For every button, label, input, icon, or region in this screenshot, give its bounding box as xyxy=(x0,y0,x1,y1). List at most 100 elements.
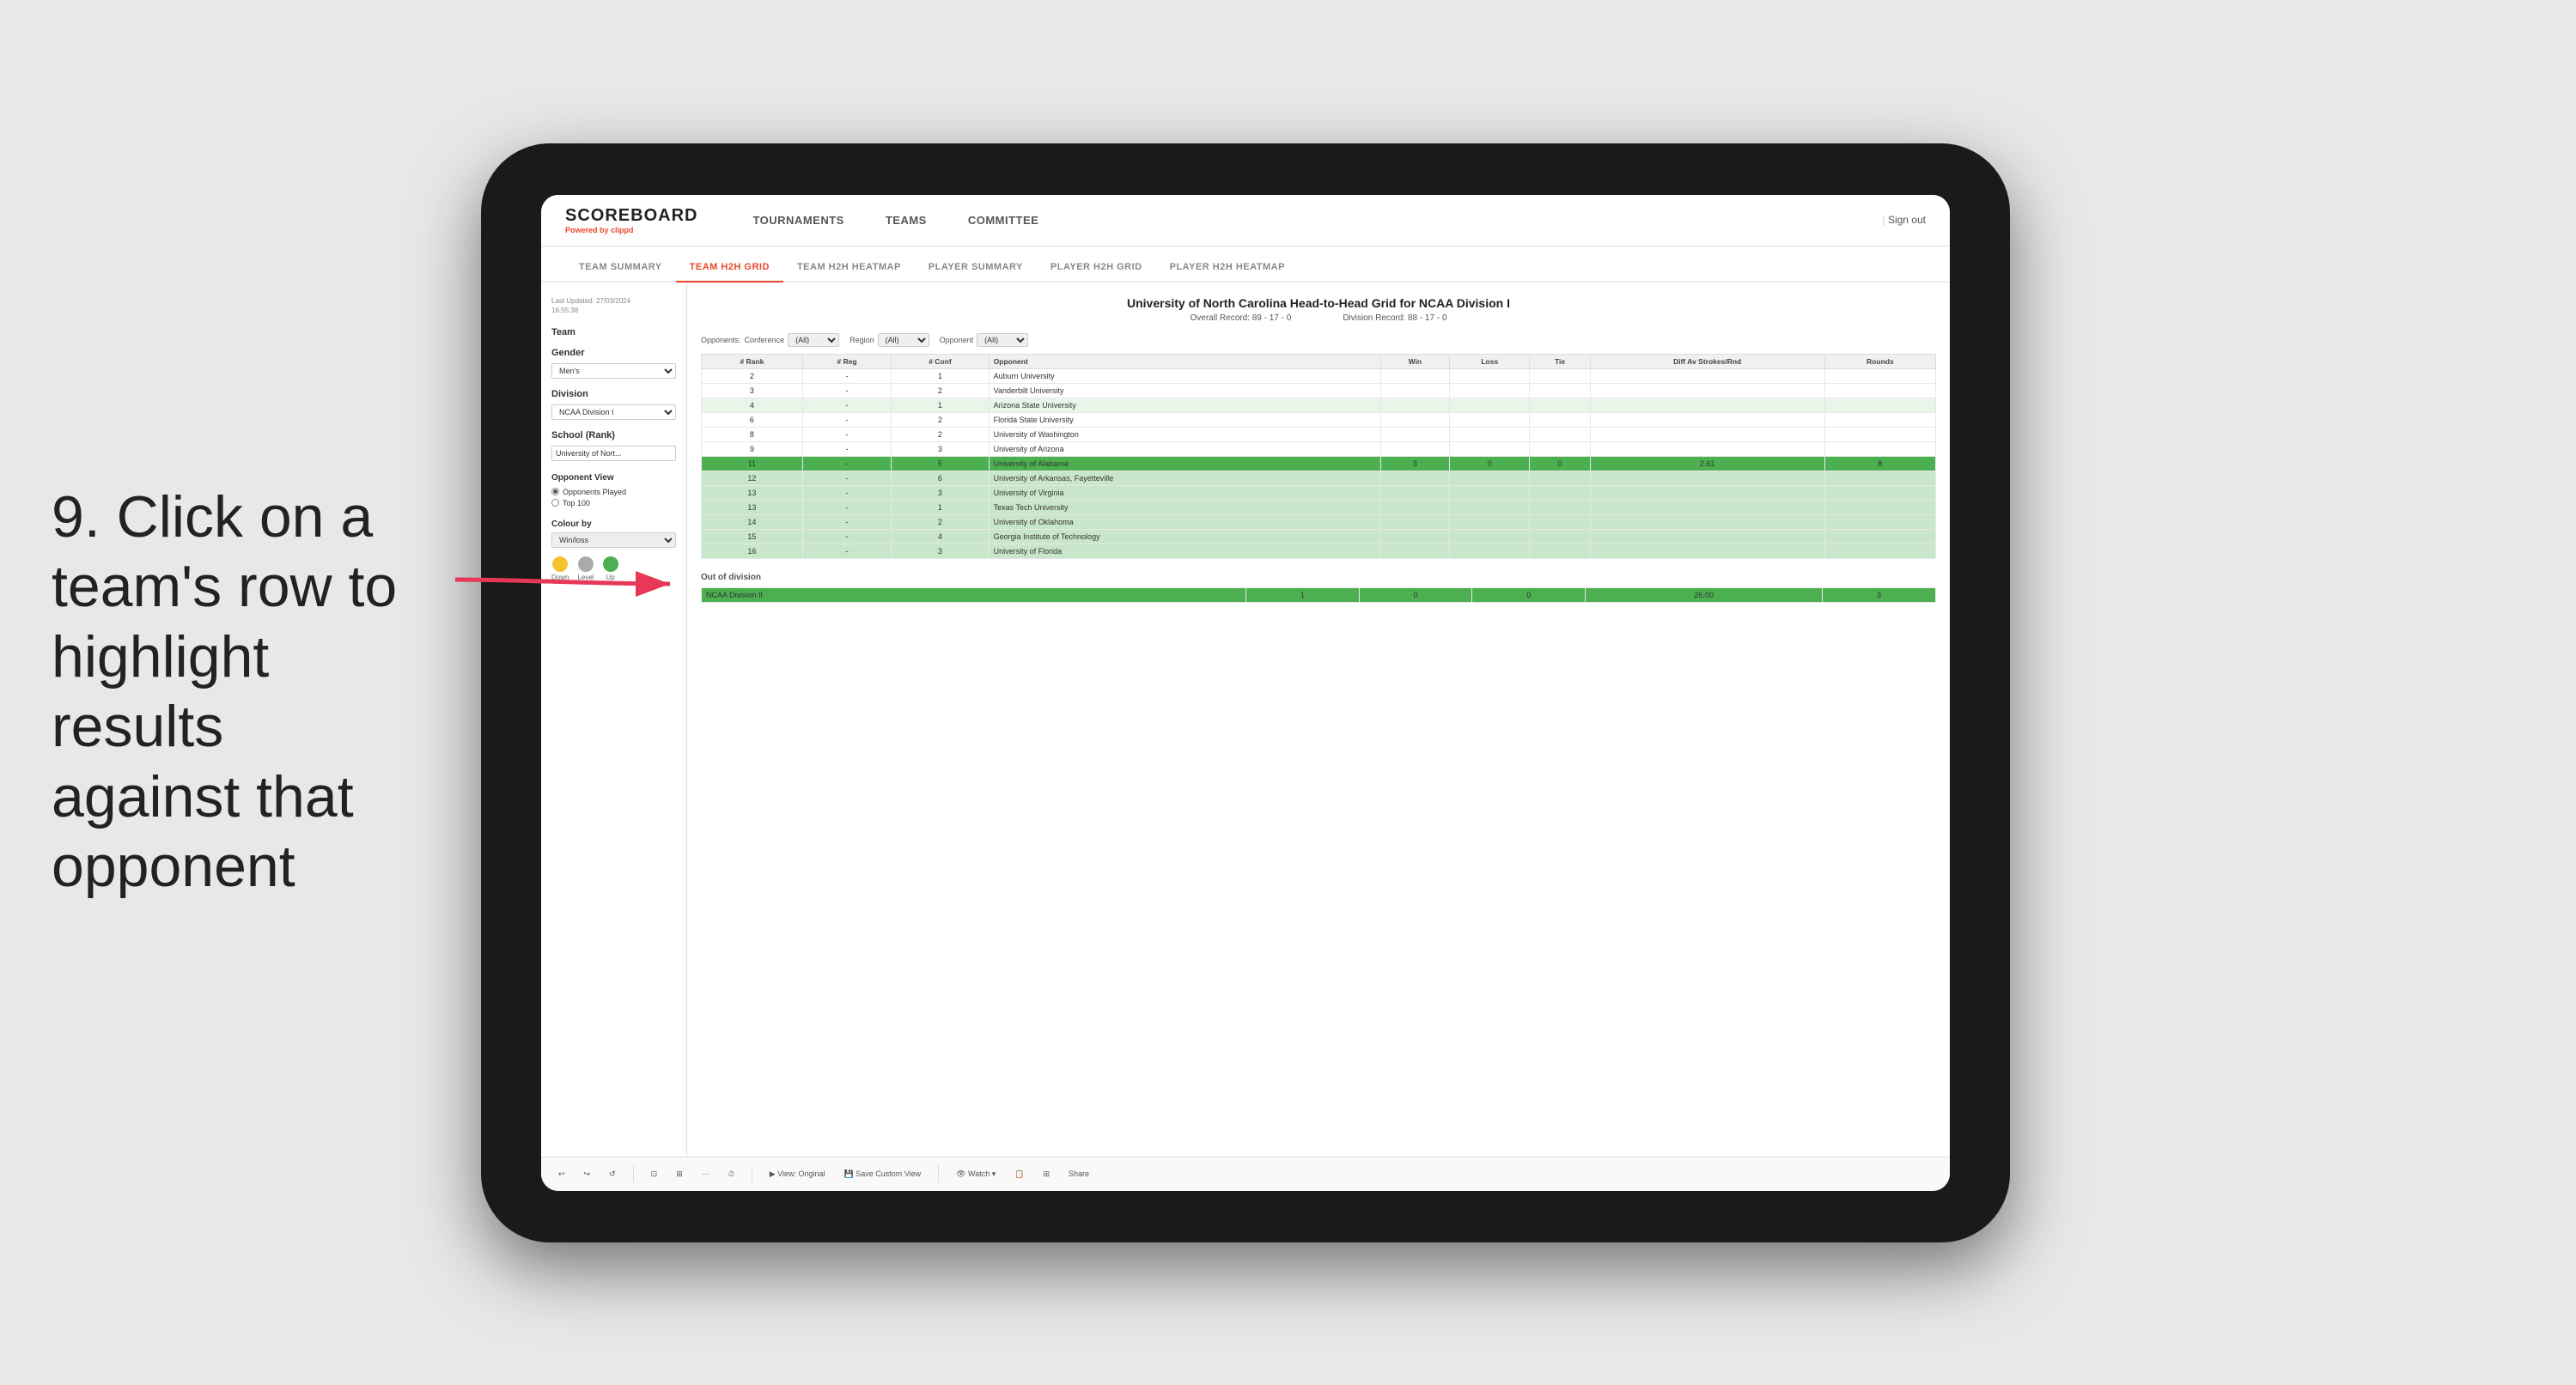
nav-teams[interactable]: TEAMS xyxy=(865,195,947,246)
opponents-played-radio[interactable] xyxy=(551,488,559,495)
logo-brand: clippd xyxy=(611,226,634,234)
col-loss: Loss xyxy=(1450,354,1530,368)
tab-player-h2h-heatmap[interactable]: PLAYER H2H HEATMAP xyxy=(1156,262,1299,282)
bottom-toolbar: ↩ ↪ ↺ ⊡ ⊞ ··· ⏱ ▶ View: Original 💾 Save … xyxy=(541,1157,1950,1191)
reset-btn[interactable]: ↺ xyxy=(604,1167,621,1182)
table-row[interactable]: 15-4Georgia Institute of Technology xyxy=(702,529,1936,544)
out-of-division-table: NCAA Division II10026.003 xyxy=(701,587,1936,603)
grid-btn[interactable]: ⊞ xyxy=(671,1167,688,1182)
col-conf: # Conf xyxy=(892,354,989,368)
main-content: Last Updated: 27/03/2024 16:55:38 Team G… xyxy=(541,282,1950,1157)
school-label: School (Rank) xyxy=(551,430,676,440)
team-label: Team xyxy=(551,327,676,337)
col-reg: # Reg xyxy=(802,354,891,368)
col-rank: # Rank xyxy=(702,354,803,368)
colour-by-select[interactable]: Win/loss xyxy=(551,532,676,548)
table-row[interactable]: 3-2Vanderbilt University xyxy=(702,383,1936,398)
out-of-division-section: Out of division NCAA Division II10026.00… xyxy=(701,573,1936,603)
sidebar: Last Updated: 27/03/2024 16:55:38 Team G… xyxy=(541,282,687,1157)
watch-btn[interactable]: 👁 Watch ▾ xyxy=(951,1167,1001,1182)
tab-team-h2h-grid[interactable]: TEAM H2H GRID xyxy=(676,262,783,282)
logo-text: SCOREBOARD xyxy=(565,206,697,226)
legend-down-circle xyxy=(552,556,568,572)
table-row[interactable]: 14-2University of Oklahoma xyxy=(702,514,1936,529)
sign-out-button[interactable]: Sign out xyxy=(1883,214,1927,226)
legend-down: Down xyxy=(551,556,569,581)
top-100-radio[interactable] xyxy=(551,499,559,507)
logo-sub: Powered by clippd xyxy=(565,226,697,234)
nav-items: TOURNAMENTS TEAMS COMMITTEE xyxy=(732,195,1882,246)
opponents-played-option[interactable]: Opponents Played xyxy=(551,488,676,496)
grid-title: University of North Carolina Head-to-Hea… xyxy=(701,296,1936,310)
logo-area: SCOREBOARD Powered by clippd xyxy=(565,206,697,234)
division-select[interactable]: NCAA Division I xyxy=(551,404,676,420)
table-row[interactable]: 2-1Auburn University xyxy=(702,368,1936,383)
overall-record: Overall Record: 89 - 17 - 0 xyxy=(1190,313,1291,323)
zoom-btn[interactable]: ⊡ xyxy=(646,1167,663,1182)
filters-row: Opponents: Conference (All) Region (All) xyxy=(701,333,1936,347)
opponent-filter: Opponent (All) xyxy=(940,333,1029,347)
tab-player-h2h-grid[interactable]: PLAYER H2H GRID xyxy=(1037,262,1156,282)
redo-btn[interactable]: ↪ xyxy=(579,1167,596,1182)
share-btn[interactable]: Share xyxy=(1063,1167,1094,1181)
conference-select[interactable]: (All) xyxy=(788,333,839,347)
toolbar-sep-3 xyxy=(938,1165,939,1182)
col-opponent: Opponent xyxy=(989,354,1380,368)
colour-section: Colour by Win/loss xyxy=(551,519,676,548)
clipboard-btn[interactable]: 📋 xyxy=(1009,1167,1029,1182)
region-select[interactable]: (All) xyxy=(878,333,929,347)
col-tie: Tie xyxy=(1530,354,1590,368)
last-updated: Last Updated: 27/03/2024 16:55:38 xyxy=(551,296,676,315)
grid-area: University of North Carolina Head-to-Hea… xyxy=(687,282,1950,1157)
top-nav: SCOREBOARD Powered by clippd TOURNAMENTS… xyxy=(541,195,1950,246)
out-division-row[interactable]: NCAA Division II10026.003 xyxy=(702,587,1936,602)
table-row[interactable]: 13-1Texas Tech University xyxy=(702,500,1936,514)
legend-up-circle xyxy=(603,556,618,572)
gender-select[interactable]: Men's xyxy=(551,363,676,379)
col-diff: Diff Av Strokes/Rnd xyxy=(1590,354,1824,368)
legend: Down Level Up xyxy=(551,556,676,581)
opponent-select[interactable]: (All) xyxy=(977,333,1028,347)
layout-btn[interactable]: ⊞ xyxy=(1038,1167,1055,1182)
division-label: Division xyxy=(551,389,676,399)
colour-by-label: Colour by xyxy=(551,519,676,529)
table-row[interactable]: 13-3University of Virginia xyxy=(702,485,1936,500)
tab-team-summary[interactable]: TEAM SUMMARY xyxy=(565,262,676,282)
timer-btn[interactable]: ⏱ xyxy=(723,1167,740,1182)
legend-level-circle xyxy=(578,556,594,572)
nav-tournaments[interactable]: TOURNAMENTS xyxy=(732,195,864,246)
table-row[interactable]: 11-5University of Alabama3002.618 xyxy=(702,456,1936,471)
table-row[interactable]: 4-1Arizona State University xyxy=(702,398,1936,412)
h2h-table: # Rank # Reg # Conf Opponent Win Loss Ti… xyxy=(701,354,1936,559)
nav-committee[interactable]: COMMITTEE xyxy=(947,195,1060,246)
col-rounds: Rounds xyxy=(1824,354,1935,368)
table-row[interactable]: 6-2Florida State University xyxy=(702,412,1936,427)
table-header-row: # Rank # Reg # Conf Opponent Win Loss Ti… xyxy=(702,354,1936,368)
legend-up: Up xyxy=(603,556,618,581)
scene: 9. Click on a team's row to highlight re… xyxy=(0,0,2576,1385)
dots-btn[interactable]: ··· xyxy=(697,1167,715,1181)
conference-filter: Opponents: Conference (All) xyxy=(701,333,839,347)
tab-player-summary[interactable]: PLAYER SUMMARY xyxy=(915,262,1037,282)
table-row[interactable]: 9-3University of Arizona xyxy=(702,441,1936,456)
save-custom-btn[interactable]: 💾 Save Custom View xyxy=(839,1167,927,1182)
sub-nav: TEAM SUMMARY TEAM H2H GRID TEAM H2H HEAT… xyxy=(541,246,1950,282)
top-100-option[interactable]: Top 100 xyxy=(551,499,676,507)
opponent-view-label: Opponent View xyxy=(551,473,676,483)
table-row[interactable]: 12-6University of Arkansas, Fayetteville xyxy=(702,471,1936,485)
table-row[interactable]: 16-3University of Florida xyxy=(702,544,1936,558)
gender-label: Gender xyxy=(551,348,676,358)
division-record: Division Record: 88 - 17 - 0 xyxy=(1343,313,1446,323)
region-filter: Region (All) xyxy=(850,333,929,347)
toolbar-sep-1 xyxy=(633,1165,634,1182)
records-row: Overall Record: 89 - 17 - 0 Division Rec… xyxy=(701,313,1936,323)
annotation-text: 9. Click on a team's row to highlight re… xyxy=(52,483,412,903)
school-value[interactable]: University of Nort... xyxy=(551,446,676,461)
view-original-btn[interactable]: ▶ View: Original xyxy=(764,1167,831,1182)
out-of-division-title: Out of division xyxy=(701,573,1936,582)
table-row[interactable]: 8-2University of Washington xyxy=(702,427,1936,441)
opponent-view-section: Opponent View Opponents Played Top 100 xyxy=(551,473,676,507)
tab-team-h2h-heatmap[interactable]: TEAM H2H HEATMAP xyxy=(783,262,915,282)
undo-btn[interactable]: ↩ xyxy=(553,1167,570,1182)
legend-level: Level xyxy=(577,556,594,581)
